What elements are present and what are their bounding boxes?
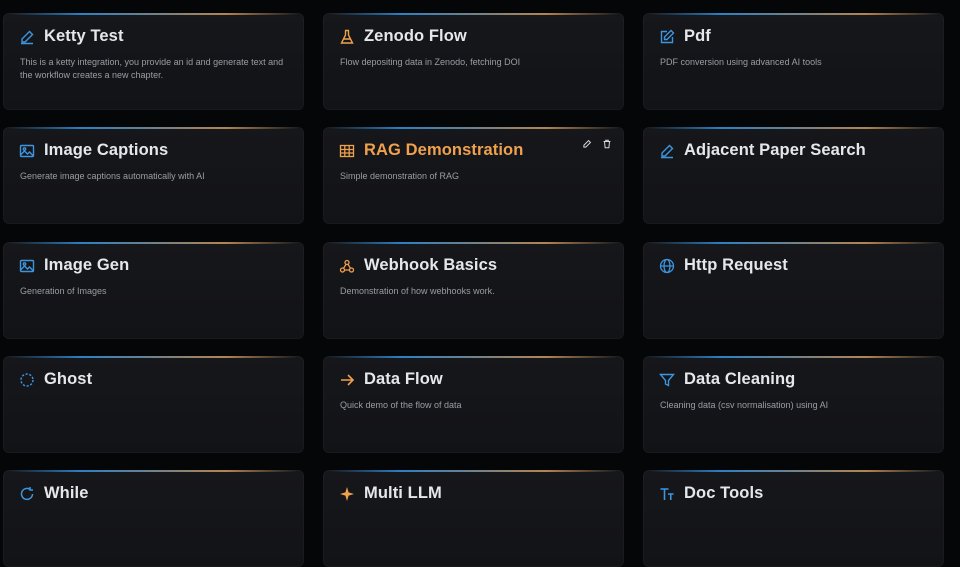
image-icon <box>19 143 35 159</box>
workflow-card-doc-tools[interactable]: Doc Tools <box>643 470 944 567</box>
webhook-icon <box>339 258 355 274</box>
edit-button[interactable] <box>580 137 594 151</box>
card-title: Adjacent Paper Search <box>684 141 866 159</box>
card-title: Http Request <box>684 256 788 274</box>
card-description: Cleaning data (csv normalisation) using … <box>660 400 829 410</box>
workflow-card-while[interactable]: While <box>3 470 304 567</box>
workflow-card-multi-llm[interactable]: Multi LLM <box>323 470 624 567</box>
delete-button[interactable] <box>600 137 614 151</box>
pencil-icon <box>659 143 675 159</box>
image-icon <box>19 258 35 274</box>
card-description: This is a ketty integration, you provide… <box>20 57 284 80</box>
flask-icon <box>339 29 355 45</box>
card-description: Generation of Images <box>20 286 107 296</box>
card-title: Webhook Basics <box>364 256 498 274</box>
workflow-card-rag-demonstration[interactable]: RAG Demonstration Simple demonstration o… <box>323 127 624 224</box>
workflow-card-webhook-basics[interactable]: Webhook Basics Demonstration of how webh… <box>323 242 624 339</box>
table-icon <box>339 143 355 159</box>
workflow-card-image-captions[interactable]: Image Captions Generate image captions a… <box>3 127 304 224</box>
filter-icon <box>659 372 675 388</box>
card-description: Simple demonstration of RAG <box>340 171 460 181</box>
arrow-right-icon <box>339 372 355 388</box>
card-title: RAG Demonstration <box>364 141 524 159</box>
card-description: Flow depositing data in Zenodo, fetching… <box>340 57 521 67</box>
workflow-card-zenodo-flow[interactable]: Zenodo Flow Flow depositing data in Zeno… <box>323 13 624 110</box>
card-actions <box>580 137 614 151</box>
card-description: Generate image captions automatically wi… <box>20 171 205 181</box>
card-title: Ketty Test <box>44 27 124 45</box>
card-description: Demonstration of how webhooks work. <box>340 286 495 296</box>
workflow-card-ketty-test[interactable]: Ketty Test This is a ketty integration, … <box>3 13 304 110</box>
workflow-card-http-request[interactable]: Http Request <box>643 242 944 339</box>
workflow-card-data-cleaning[interactable]: Data Cleaning Cleaning data (csv normali… <box>643 356 944 453</box>
workflow-card-image-gen[interactable]: Image Gen Generation of Images <box>3 242 304 339</box>
workflow-card-data-flow[interactable]: Data Flow Quick demo of the flow of data <box>323 356 624 453</box>
workflow-card-adjacent-paper-search[interactable]: Adjacent Paper Search <box>643 127 944 224</box>
card-title: Image Captions <box>44 141 169 159</box>
edit-square-icon <box>659 29 675 45</box>
card-description: PDF conversion using advanced AI tools <box>660 57 822 67</box>
dashed-circle-icon <box>19 372 35 388</box>
workflow-grid: Ketty Test This is a ketty integration, … <box>0 0 960 567</box>
pencil-icon <box>19 29 35 45</box>
workflow-card-pdf[interactable]: Pdf PDF conversion using advanced AI too… <box>643 13 944 110</box>
globe-icon <box>659 258 675 274</box>
card-title: Data Flow <box>364 370 443 388</box>
trash-icon <box>603 139 611 149</box>
card-title: Zenodo Flow <box>364 27 467 45</box>
card-title: Pdf <box>684 27 711 45</box>
card-title: Ghost <box>44 370 93 388</box>
card-title: Image Gen <box>44 256 130 274</box>
pencil-icon <box>583 139 592 148</box>
workflow-card-ghost[interactable]: Ghost <box>3 356 304 453</box>
card-description: Quick demo of the flow of data <box>340 400 462 410</box>
card-title: Data Cleaning <box>684 370 796 388</box>
